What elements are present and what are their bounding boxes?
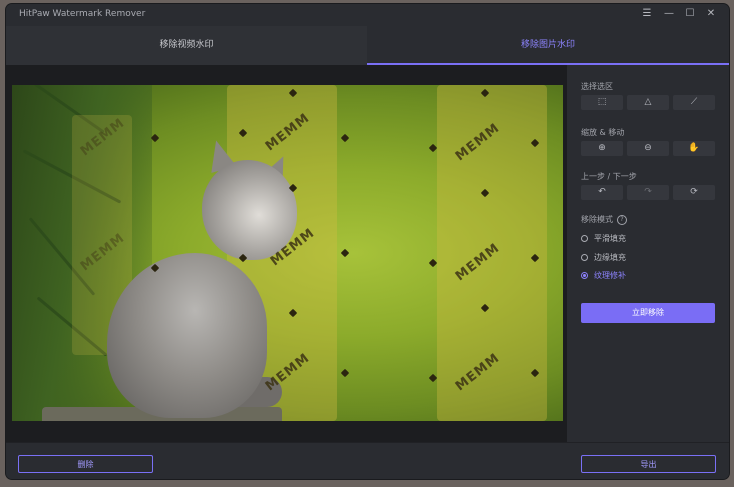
radio-icon xyxy=(581,235,588,242)
radio-selected-icon xyxy=(581,272,588,279)
tab-remove-video-watermark[interactable]: 移除视频水印 xyxy=(6,26,367,65)
minimize-icon[interactable]: — xyxy=(662,7,676,21)
zoom-out-icon[interactable]: ⊖ xyxy=(627,141,669,156)
title-bar: HitPaw Watermark Remover ☰ — ☐ ✕ xyxy=(6,4,729,26)
mode-title-label: 移除模式 xyxy=(581,215,613,224)
undo-icon[interactable]: ↶ xyxy=(581,185,623,200)
hand-icon[interactable]: ✋ xyxy=(673,141,715,156)
zoom-title: 缩放 & 移动 xyxy=(581,128,625,137)
brush-select-icon[interactable]: ⟋ xyxy=(673,95,715,110)
rectangle-select-icon[interactable]: ⬚ xyxy=(581,95,623,110)
app-window: HitPaw Watermark Remover ☰ — ☐ ✕ 移除视频水印 … xyxy=(6,4,729,479)
mode-option-label: 纹理修补 xyxy=(594,271,626,280)
watermark-mark xyxy=(428,258,438,268)
radio-icon xyxy=(581,254,588,261)
redo-icon[interactable]: ↷ xyxy=(627,185,669,200)
info-icon[interactable]: ? xyxy=(617,214,627,225)
watermark-mark xyxy=(428,373,438,383)
history-title: 上一步 / 下一步 xyxy=(581,172,637,181)
tab-remove-image-watermark[interactable]: 移除图片水印 xyxy=(367,26,729,65)
photo-preview[interactable]: MEMM MEMM MEMM MEMM MEMM MEMM MEMM MEMM xyxy=(12,85,563,421)
close-icon[interactable]: ✕ xyxy=(704,7,718,21)
polygon-select-icon[interactable]: △ xyxy=(627,95,669,110)
watermark-mark xyxy=(150,133,160,143)
mode-option-edge-fill[interactable]: 边缘填充 xyxy=(581,252,626,263)
mode-option-label: 平滑填充 xyxy=(594,234,626,243)
reset-icon[interactable]: ⟳ xyxy=(673,185,715,200)
mode-option-label: 边缘填充 xyxy=(594,253,626,262)
watermark-mark xyxy=(340,368,350,378)
footer-bar: 删除 导出 xyxy=(6,442,729,479)
canvas-area[interactable]: MEMM MEMM MEMM MEMM MEMM MEMM MEMM MEMM xyxy=(6,65,567,442)
remove-now-button[interactable]: 立即移除 xyxy=(581,303,715,323)
selection-title: 选择选区 xyxy=(581,82,613,91)
mode-option-smooth-fill[interactable]: 平滑填充 xyxy=(581,233,626,244)
watermark-mark xyxy=(340,248,350,258)
zoom-in-icon[interactable]: ⊕ xyxy=(581,141,623,156)
watermark-mark xyxy=(340,133,350,143)
maximize-icon[interactable]: ☐ xyxy=(683,7,697,21)
tab-bar: 移除视频水印 移除图片水印 xyxy=(6,26,729,65)
tool-panel: 选择选区 ⬚ △ ⟋ 缩放 & 移动 ⊕ ⊖ ✋ 上一步 / 下一步 ↶ ↷ ⟳… xyxy=(569,65,729,442)
mode-title: 移除模式? xyxy=(581,214,627,225)
app-title: HitPaw Watermark Remover xyxy=(19,9,146,19)
watermark-mark xyxy=(428,143,438,153)
menu-icon[interactable]: ☰ xyxy=(640,7,654,21)
delete-button[interactable]: 删除 xyxy=(18,455,153,473)
mode-option-texture-repair[interactable]: 纹理修补 xyxy=(581,270,626,281)
export-button[interactable]: 导出 xyxy=(581,455,716,473)
